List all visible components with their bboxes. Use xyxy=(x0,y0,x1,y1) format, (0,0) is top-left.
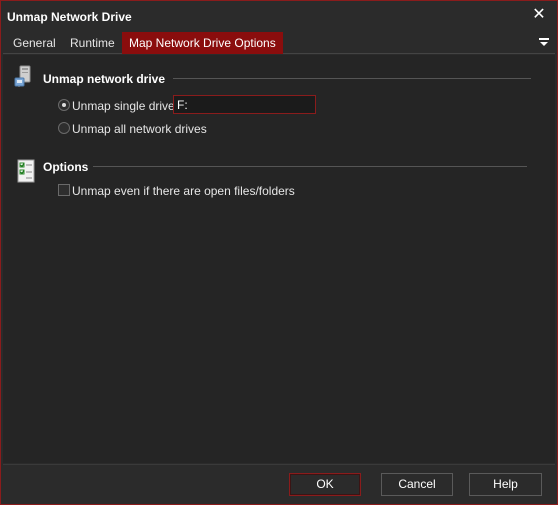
tab-content: Unmap network drive Unmap single drive U… xyxy=(3,55,555,463)
window-title: Unmap Network Drive xyxy=(7,10,132,24)
cancel-button[interactable]: Cancel xyxy=(381,473,453,496)
tab-bar: General Runtime Map Network Drive Option… xyxy=(3,32,555,54)
title-bar[interactable]: Unmap Network Drive ✕ xyxy=(1,1,557,31)
section-divider xyxy=(93,166,527,167)
unmap-single-label[interactable]: Unmap single drive xyxy=(72,99,175,113)
button-bar: OK Cancel Help xyxy=(3,464,555,504)
section-title-unmap: Unmap network drive xyxy=(43,72,166,86)
unmap-open-files-checkbox[interactable] xyxy=(58,184,70,196)
section-divider xyxy=(173,78,531,79)
tab-map-network-drive-options[interactable]: Map Network Drive Options xyxy=(122,32,283,54)
close-button[interactable]: ✕ xyxy=(531,7,547,23)
hamburger-icon[interactable] xyxy=(538,36,550,48)
unmap-single-radio[interactable] xyxy=(58,99,70,111)
tab-general[interactable]: General xyxy=(6,32,63,54)
ok-button[interactable]: OK xyxy=(289,473,361,496)
unmap-all-radio[interactable] xyxy=(58,122,70,134)
unmap-open-files-label[interactable]: Unmap even if there are open files/folde… xyxy=(72,184,295,198)
dialog-window: Unmap Network Drive ✕ General Runtime Ma… xyxy=(0,0,558,505)
section-title-options: Options xyxy=(43,160,89,174)
tab-runtime[interactable]: Runtime xyxy=(63,32,122,54)
unmap-all-label[interactable]: Unmap all network drives xyxy=(72,122,207,136)
drive-letter-input[interactable] xyxy=(173,95,316,114)
checklist-icon xyxy=(17,159,35,183)
network-drive-icon xyxy=(14,65,31,87)
help-button[interactable]: Help xyxy=(469,473,542,496)
